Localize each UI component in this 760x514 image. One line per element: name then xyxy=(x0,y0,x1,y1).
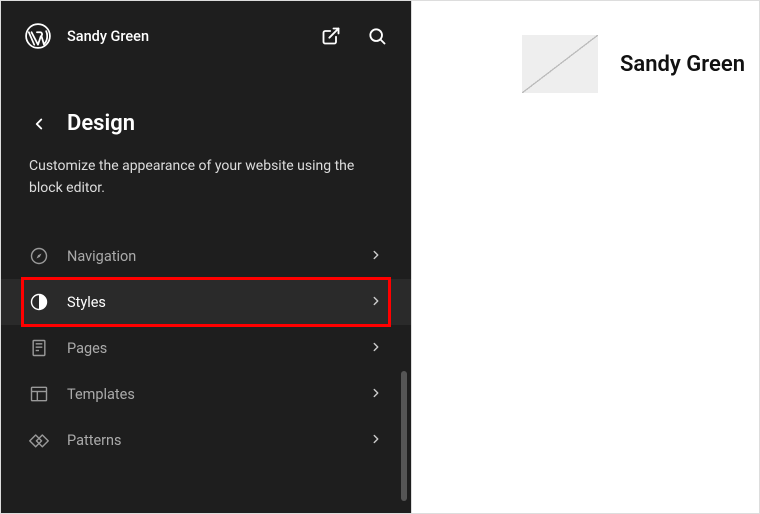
sidebar: Sandy Green Design Customize the appeara… xyxy=(1,1,411,513)
search-icon[interactable] xyxy=(367,26,387,46)
layout-icon xyxy=(29,384,49,404)
menu-item-templates[interactable]: Templates xyxy=(1,371,411,417)
menu-item-label: Styles xyxy=(67,294,106,311)
menu-item-label: Templates xyxy=(67,386,135,403)
menu-item-label: Patterns xyxy=(67,432,122,449)
chevron-right-icon xyxy=(369,385,383,404)
panel-description: Customize the appearance of your website… xyxy=(1,136,411,199)
site-logo-placeholder[interactable] xyxy=(522,35,598,93)
external-link-icon[interactable] xyxy=(321,26,341,46)
menu-item-styles[interactable]: Styles xyxy=(1,279,411,325)
scrollbar[interactable] xyxy=(401,371,407,501)
design-menu: Navigation Styles Pages xyxy=(1,233,411,463)
site-preview-header: Sandy Green xyxy=(412,1,759,93)
patterns-icon xyxy=(29,430,49,450)
sidebar-header: Sandy Green xyxy=(1,1,411,71)
app-root: Sandy Green Design Customize the appeara… xyxy=(0,0,760,514)
preview-site-title[interactable]: Sandy Green xyxy=(620,52,745,77)
menu-item-label: Navigation xyxy=(67,248,136,265)
panel-header: Design xyxy=(1,71,411,136)
menu-item-patterns[interactable]: Patterns xyxy=(1,417,411,463)
chevron-right-icon xyxy=(369,293,383,312)
panel-title: Design xyxy=(67,111,135,136)
compass-icon xyxy=(29,246,49,266)
menu-item-navigation[interactable]: Navigation xyxy=(1,233,411,279)
preview-pane: Sandy Green xyxy=(411,1,759,513)
chevron-right-icon xyxy=(369,339,383,358)
chevron-right-icon xyxy=(369,431,383,450)
menu-item-pages[interactable]: Pages xyxy=(1,325,411,371)
site-title: Sandy Green xyxy=(67,28,149,45)
chevron-right-icon xyxy=(369,247,383,266)
header-actions xyxy=(321,26,387,46)
back-button[interactable] xyxy=(29,114,49,134)
wordpress-logo-icon[interactable] xyxy=(25,23,51,49)
page-icon xyxy=(29,338,49,358)
contrast-icon xyxy=(29,292,49,312)
menu-item-label: Pages xyxy=(67,340,107,357)
